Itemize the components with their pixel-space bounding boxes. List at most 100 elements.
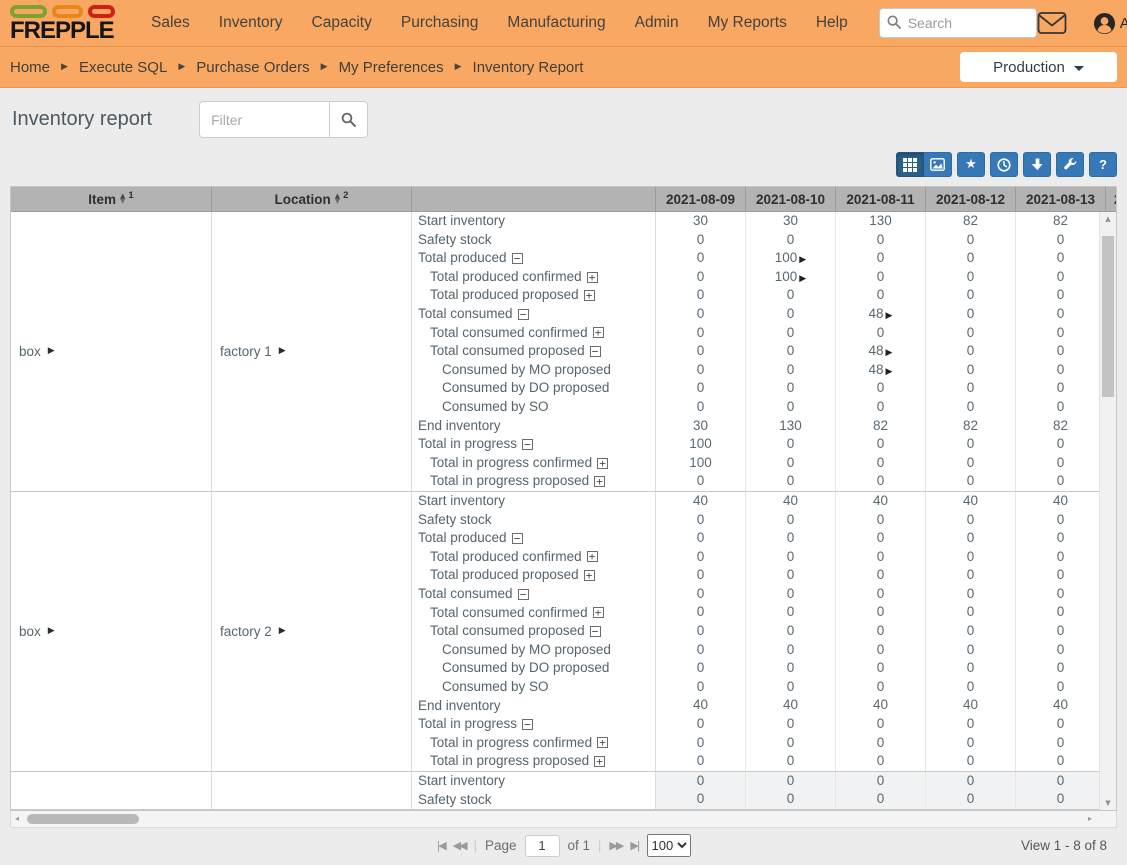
value-cell: 0 (1016, 790, 1099, 809)
item-context-arrow-icon[interactable]: ▶ (48, 346, 55, 356)
expand-icon[interactable]: + (593, 607, 604, 618)
user-menu[interactable]: Admin (1093, 12, 1127, 35)
nav-item-manufacturing[interactable]: Manufacturing (507, 14, 605, 32)
page-size-select[interactable]: 100 (647, 834, 691, 857)
horizontal-scrollbar-thumb[interactable] (27, 814, 139, 824)
location-context-arrow-icon[interactable]: ▶ (279, 346, 286, 356)
column-header-date[interactable]: 2021-08-10 (746, 187, 836, 211)
customize-button[interactable] (1056, 152, 1084, 177)
page-number-input[interactable] (525, 835, 560, 857)
breadcrumb-item-my-preferences[interactable]: My Preferences (339, 59, 444, 76)
value-context-arrow-icon[interactable]: ▶ (799, 274, 806, 284)
collapse-icon[interactable]: − (590, 626, 601, 637)
nav-item-my-reports[interactable]: My Reports (708, 14, 787, 32)
expand-icon[interactable]: + (584, 570, 595, 581)
expand-icon[interactable]: + (594, 756, 605, 767)
value-cell: 100▶ (746, 268, 836, 287)
nav-item-admin[interactable]: Admin (635, 14, 679, 32)
column-header-date[interactable]: 2021-08-13 (1016, 187, 1106, 211)
expand-icon[interactable]: + (587, 272, 598, 283)
search-input[interactable] (879, 8, 1037, 38)
favorite-button[interactable]: ★ (957, 152, 985, 177)
item-cell[interactable]: box▶ (11, 212, 212, 491)
value-cell: 0 (746, 231, 836, 250)
vertical-scrollbar-thumb[interactable] (1102, 236, 1114, 397)
expand-icon[interactable]: + (594, 476, 605, 487)
first-page-button[interactable]: |◀ (436, 839, 444, 852)
nav-item-sales[interactable]: Sales (151, 14, 190, 32)
help-button[interactable]: ? (1089, 152, 1117, 177)
item-context-arrow-icon[interactable]: ▶ (48, 626, 55, 636)
scroll-down-arrow-icon[interactable]: ▼ (1100, 799, 1116, 807)
nav-item-purchasing[interactable]: Purchasing (401, 14, 479, 32)
location-cell[interactable]: factory 1▶ (212, 212, 412, 491)
expand-icon[interactable]: + (593, 327, 604, 338)
column-header-date[interactable]: 2021-08-12 (926, 187, 1016, 211)
scroll-right-arrow-icon[interactable]: ▸ (1088, 814, 1092, 823)
column-header-location[interactable]: Location▲▼2 (212, 187, 412, 211)
search-icon (887, 15, 901, 34)
breadcrumb-item-inventory-report[interactable]: Inventory Report (473, 59, 584, 76)
table-row: Total produced−0100▶000 (412, 249, 1099, 268)
metric-label: Consumed by MO proposed (442, 641, 611, 659)
collapse-icon[interactable]: − (512, 253, 523, 264)
inbox-envelope-icon[interactable] (1037, 11, 1067, 35)
item-cell[interactable]: box▶ (11, 492, 212, 771)
column-header-date[interactable]: 2021-08-09 (656, 187, 746, 211)
location-cell[interactable]: factory 2▶ (212, 492, 412, 771)
question-icon: ? (1099, 157, 1107, 172)
metric-label: Safety stock (418, 231, 492, 249)
metric-label: Consumed by MO proposed (442, 361, 611, 379)
value-cell: 0 (746, 566, 836, 585)
collapse-icon[interactable]: − (522, 719, 533, 730)
breadcrumb-item-home[interactable]: Home (10, 59, 50, 76)
value-context-arrow-icon[interactable]: ▶ (886, 348, 893, 358)
scroll-up-arrow-icon[interactable]: ▲ (1100, 215, 1116, 223)
location-context-arrow-icon[interactable]: ▶ (279, 626, 286, 636)
column-header-date[interactable]: 2021-08-11 (836, 187, 926, 211)
vertical-scrollbar[interactable]: ▲ ▼ (1099, 212, 1116, 810)
last-page-button[interactable]: ▶| (630, 839, 638, 852)
value-cell: 0 (926, 379, 1016, 398)
value-cell: 0 (926, 641, 1016, 660)
expand-icon[interactable]: + (597, 458, 608, 469)
scroll-left-arrow-icon[interactable]: ◂ (15, 814, 19, 823)
user-circle-icon (1093, 12, 1116, 35)
column-header-item[interactable]: Item▲▼1 (11, 187, 212, 211)
value-cell: 40 (926, 696, 1016, 715)
value-cell: 40 (746, 696, 836, 715)
value-cell: 48▶ (836, 342, 926, 361)
collapse-icon[interactable]: − (518, 309, 529, 320)
collapse-icon[interactable]: − (512, 533, 523, 544)
value-context-arrow-icon[interactable]: ▶ (799, 255, 806, 265)
value-context-arrow-icon[interactable]: ▶ (886, 367, 893, 377)
horizontal-scrollbar[interactable]: ◂ ▸ (10, 811, 1117, 828)
table-row: Total in progress−00000 (412, 715, 1099, 734)
prev-page-button[interactable]: ◀◀ (453, 839, 466, 852)
value-context-arrow-icon[interactable]: ▶ (886, 311, 893, 321)
frepple-logo[interactable]: FREPPLE (10, 3, 115, 43)
collapse-icon[interactable]: − (522, 439, 533, 450)
breadcrumb-item-purchase-orders[interactable]: Purchase Orders (196, 59, 309, 76)
scenario-dropdown-button[interactable]: Production (960, 52, 1117, 82)
nav-item-inventory[interactable]: Inventory (219, 14, 283, 32)
breadcrumb-item-execute-sql[interactable]: Execute SQL (79, 59, 167, 76)
expand-icon[interactable]: + (597, 737, 608, 748)
nav-item-capacity[interactable]: Capacity (312, 14, 372, 32)
value-cell: 0 (1016, 566, 1099, 585)
collapse-icon[interactable]: − (590, 346, 601, 357)
value-cell: 0 (746, 715, 836, 734)
value-cell: 0 (1016, 324, 1099, 343)
grid-view-button[interactable] (896, 152, 924, 177)
next-page-button[interactable]: ▶▶ (609, 839, 622, 852)
graph-view-button[interactable] (924, 152, 952, 177)
filter-search-button[interactable] (329, 101, 368, 138)
value-cell: 0 (1016, 641, 1099, 660)
filter-input[interactable] (199, 101, 329, 138)
time-buckets-button[interactable] (990, 152, 1018, 177)
nav-item-help[interactable]: Help (816, 14, 848, 32)
export-download-button[interactable] (1023, 152, 1051, 177)
expand-icon[interactable]: + (587, 551, 598, 562)
collapse-icon[interactable]: − (518, 589, 529, 600)
expand-icon[interactable]: + (584, 290, 595, 301)
